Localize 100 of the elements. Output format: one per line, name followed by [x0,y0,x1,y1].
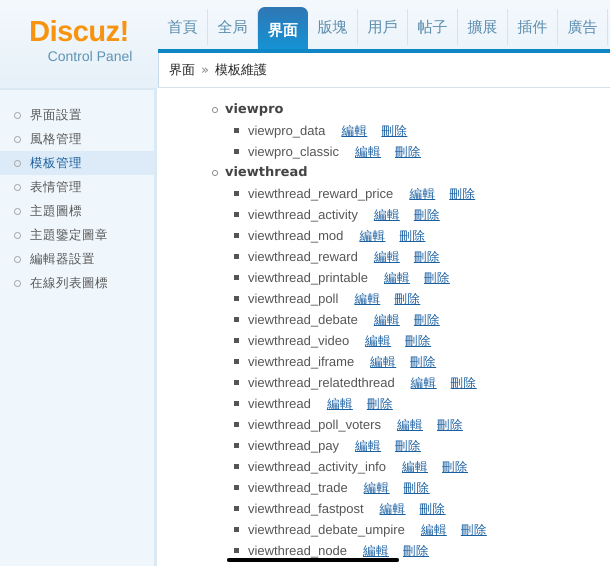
template-name: viewthread_printable [248,270,368,286]
delete-link[interactable]: 刪除 [405,332,432,348]
bullet-icon [234,128,239,133]
bullet-icon [212,170,218,176]
template-name: viewthread [248,396,311,412]
delete-link[interactable]: 刪除 [381,122,408,138]
edit-link[interactable]: 編輯 [409,186,436,202]
nav-tab[interactable]: 首頁 [158,9,208,46]
delete-link[interactable]: 刪除 [399,228,426,244]
edit-link[interactable]: 編輯 [365,332,392,348]
bullet-icon [234,338,239,343]
delete-link[interactable]: 刪除 [436,416,463,432]
template-name: viewthread_reward_price [248,186,394,202]
template-name: viewthread_fastpost [248,500,364,516]
edit-link[interactable]: 編輯 [374,248,400,264]
edit-link[interactable]: 編輯 [370,354,396,370]
logo-brand: Discuz! [29,16,129,48]
delete-link[interactable]: 刪除 [404,480,430,496]
edit-link[interactable]: 編輯 [364,480,390,496]
delete-link[interactable]: 刪除 [395,144,422,160]
bullet-icon [234,359,239,364]
sidebar-item[interactable]: 界面設置 [0,103,154,127]
bullet-icon [14,136,21,142]
delete-link[interactable]: 刪除 [442,458,468,474]
template-name: viewthread_relatedthread [248,374,395,390]
breadcrumb-item: 界面 [169,62,195,80]
bullet-icon [234,233,239,238]
edit-link[interactable]: 編輯 [355,144,382,160]
delete-link[interactable]: 刪除 [395,438,422,454]
bullet-icon [234,527,239,532]
edit-link[interactable]: 編輯 [374,312,400,328]
delete-link[interactable]: 刪除 [394,290,420,306]
delete-link[interactable]: 刪除 [414,206,440,222]
edit-link[interactable]: 編輯 [374,206,400,222]
delete-link[interactable]: 刪除 [424,270,450,286]
edit-link[interactable]: 編輯 [354,290,380,306]
bullet-icon [14,232,21,238]
delete-link[interactable]: 刪除 [414,312,440,328]
bullet-icon [234,296,239,301]
template-name: viewthread_node [248,542,348,558]
template-name: viewthread_activity_info [248,458,386,474]
template-name: viewthread_poll [248,290,338,306]
delete-link[interactable]: 刪除 [410,354,436,370]
bullet-icon [234,380,239,385]
bullet-icon [234,443,239,448]
nav-tab[interactable]: 版塊 [308,9,358,46]
sidebar-item[interactable]: 主題圖標 [0,199,154,223]
bullet-icon [14,256,21,262]
bullet-icon [234,506,239,511]
group-name: viewthread [225,165,308,180]
bullet-icon [14,184,21,190]
delete-link[interactable]: 刪除 [449,186,476,202]
edit-link[interactable]: 編輯 [402,458,428,474]
bullet-icon [234,464,239,469]
edit-link[interactable]: 編輯 [359,228,386,244]
template-name: viewpro_classic [248,144,340,160]
bullet-icon [14,280,21,286]
delete-link[interactable]: 刪除 [366,396,393,412]
bullet-icon [234,191,239,196]
edit-link[interactable]: 編輯 [326,396,353,412]
nav-tab[interactable]: 廣告 [558,9,608,46]
edit-link[interactable]: 編輯 [341,122,368,138]
nav-tab[interactable]: 用戶 [358,9,408,46]
nav-tab[interactable]: 插件 [508,9,558,46]
delete-link[interactable]: 刪除 [403,542,430,558]
template-name: viewthread_trade [248,480,348,496]
delete-link[interactable]: 刪除 [420,500,446,516]
template-name: viewthread_reward [248,248,358,264]
edit-link[interactable]: 編輯 [363,542,390,558]
delete-link[interactable]: 刪除 [460,522,487,538]
breadcrumb-separator: » [201,62,209,78]
template-name: viewpro_data [248,122,326,138]
edit-link[interactable]: 編輯 [410,374,437,390]
bullet-icon [212,106,218,112]
nav-tab[interactable]: 界面 [258,7,308,50]
sidebar-item[interactable]: 主題鑒定圖章 [0,223,154,247]
breadcrumb-current: 模板維護 [214,62,267,80]
bullet-icon [234,149,239,154]
template-name: viewthread_poll_voters [248,416,381,432]
delete-link[interactable]: 刪除 [414,248,440,264]
template-name: viewthread_mod [248,228,344,244]
sidebar-item[interactable]: 在線列表圖標 [0,271,154,295]
template-name: viewthread_iframe [248,354,354,370]
bullet-icon [234,548,239,553]
edit-link[interactable]: 編輯 [396,416,423,432]
sidebar-item[interactable]: 表情管理 [0,175,154,199]
sidebar-item[interactable]: 風格管理 [0,127,154,151]
sidebar-item[interactable]: 編輯器設置 [0,247,154,271]
bullet-icon [234,212,239,217]
edit-link[interactable]: 編輯 [380,500,406,516]
bullet-icon [14,208,21,214]
edit-link[interactable]: 編輯 [384,270,410,286]
nav-tab[interactable]: 帖子 [408,9,458,46]
nav-tab[interactable]: 擴展 [458,9,508,46]
bullet-icon [234,485,239,490]
sidebar-item[interactable]: 模板管理 [0,151,154,175]
edit-link[interactable]: 編輯 [420,522,447,538]
delete-link[interactable]: 刪除 [450,374,477,390]
edit-link[interactable]: 編輯 [355,438,382,454]
logo-subtitle: Control Panel [46,48,132,64]
